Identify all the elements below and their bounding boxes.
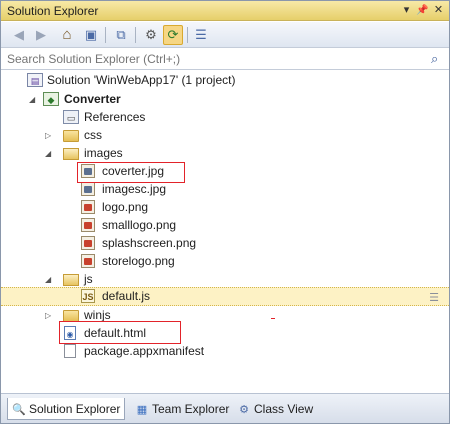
solution-explorer-window: Solution Explorer ▾ 📌 ✕ ◀ ▶ ⌂ ▣ ⧉ ⚙ ⟳ ☰ … [0,0,450,424]
tree-item-label: imagesc.jpg [102,182,167,196]
solution-tree: ▤ Solution 'WinWebApp17' (1 project) ◢ ◆… [1,71,449,393]
manifest-file-icon [64,344,76,358]
tree-item-project[interactable]: ◢ ◆ Converter [1,91,449,108]
tree-item-package-appxmanifest[interactable]: package.appxmanifest [1,343,449,360]
tab-label: Class View [254,402,314,416]
toolbar-separator [135,27,136,43]
pending-changes-icon[interactable]: ▣ [81,25,101,45]
folder-open-icon [63,148,79,160]
title-bar: Solution Explorer ▾ 📌 ✕ [1,1,449,21]
image-file-icon [81,218,95,232]
tab-label: Solution Explorer [29,402,121,416]
tree-item-splashscreen-png[interactable]: splashscreen.png [1,235,449,252]
tree-item-label: images [84,146,123,160]
solution-explorer-icon: 🔍 [12,404,26,416]
search-bar: ⌕ [1,49,449,70]
image-file-icon [81,200,95,214]
references-icon: ▭ [63,110,79,124]
expanded-arrow-icon[interactable]: ◢ [45,145,55,162]
toolbar-separator [187,27,188,43]
tree-item-label: storelogo.png [102,254,175,268]
folder-open-icon [63,274,79,286]
toolbar: ◀ ▶ ⌂ ▣ ⧉ ⚙ ⟳ ☰ [1,22,449,48]
sync-icon[interactable]: ⟳ [163,25,183,45]
solution-label: Solution 'WinWebApp17' (1 project) [47,73,236,87]
annotation-mark [271,318,275,319]
tab-team-explorer[interactable]: ▦ Team Explorer [131,398,233,420]
tree-item-css[interactable]: ▷ css [1,127,449,144]
tree-item-label: css [84,128,102,142]
tab-label: Team Explorer [152,402,230,416]
image-file-icon [81,254,95,268]
expanded-arrow-icon[interactable]: ◢ [29,91,39,108]
tab-solution-explorer[interactable]: 🔍 Solution Explorer [7,398,126,420]
back-arrow-icon[interactable]: ◀ [9,25,29,45]
collapse-all-icon[interactable]: ⧉ [111,25,131,45]
team-explorer-icon: ▦ [136,404,148,416]
forward-arrow-icon[interactable]: ▶ [31,25,51,45]
preview-icon[interactable]: ☰ [191,25,211,45]
tree-item-label: logo.png [102,200,149,214]
window-dropdown-icon[interactable]: ▾ [399,3,414,18]
home-icon[interactable]: ⌂ [57,25,77,45]
pin-icon[interactable]: 📌 [415,3,430,18]
tree-item-label: References [84,110,146,124]
highlight-box-coverter [77,162,185,183]
preview-tab-icon[interactable]: ☰ [429,290,439,307]
search-icon[interactable]: ⌕ [431,51,438,67]
bottom-tab-strip: 🔍 Solution Explorer ▦ Team Explorer ⚙ Class… [1,393,449,423]
window-title: Solution Explorer [7,4,99,18]
tree-item-images[interactable]: ◢ images [1,145,449,162]
tree-item-coverter-jpg[interactable]: coverter.jpg [1,163,449,180]
close-icon[interactable]: ✕ [431,3,446,18]
tree-item-label: js [84,272,93,286]
image-file-icon [81,182,95,196]
solution-icon: ▤ [27,73,43,87]
tab-class-view[interactable]: ⚙ Class View [233,398,317,420]
js-file-icon: JS [81,289,95,303]
tree-item-logo-png[interactable]: logo.png [1,199,449,216]
project-label: Converter [64,92,121,106]
tree-item-references[interactable]: ▭ References [1,109,449,126]
class-view-icon: ⚙ [239,404,249,416]
folder-icon [63,130,79,142]
tree-item-default-js[interactable]: JS default.js ☰ [1,287,449,306]
tree-item-label: smalllogo.png [102,218,177,232]
properties-icon[interactable]: ⚙ [141,25,161,45]
tree-item-js[interactable]: ◢ js [1,271,449,288]
collapsed-arrow-icon[interactable]: ▷ [45,127,55,144]
tree-item-smalllogo-png[interactable]: smalllogo.png [1,217,449,234]
tree-item-storelogo-png[interactable]: storelogo.png [1,253,449,270]
tree-item-imagesc-jpg[interactable]: imagesc.jpg [1,181,449,198]
collapsed-arrow-icon[interactable]: ▷ [45,307,55,324]
toolbar-separator [105,27,106,43]
tree-item-solution[interactable]: ▤ Solution 'WinWebApp17' (1 project) [1,72,449,89]
highlight-box-default-html [59,321,181,344]
image-file-icon [81,236,95,250]
search-input[interactable] [7,51,407,67]
tree-item-label: default.js [102,289,151,303]
expanded-arrow-icon[interactable]: ◢ [45,271,55,288]
tree-item-label: splashscreen.png [102,236,197,250]
tree-item-label: package.appxmanifest [84,344,205,358]
project-icon: ◆ [43,92,59,106]
